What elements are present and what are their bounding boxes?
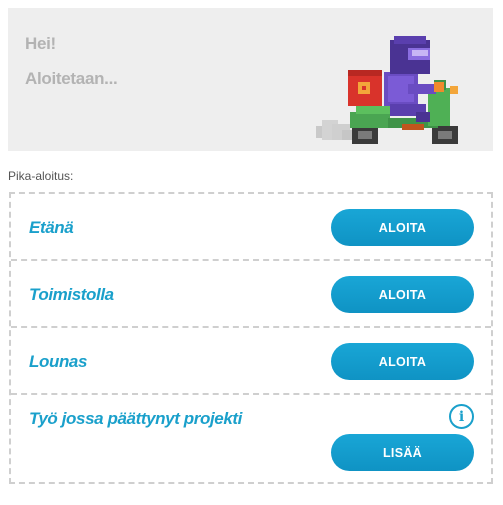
quickstart-item-lunch: Lounas ALOITA [11, 328, 491, 395]
quickstart-item-office: Toimistolla ALOITA [11, 261, 491, 328]
quickstart-item-title: Toimistolla [29, 285, 114, 304]
quickstart-item-ended-project: Työ jossa päättynyt projekti i LISÄÄ [11, 395, 491, 482]
delivery-scooter-illustration [316, 36, 458, 144]
greeting-text: Hei! [25, 34, 56, 53]
quickstart-list: Etänä ALOITA Toimistolla ALOITA Lounas A… [9, 192, 493, 484]
info-icon[interactable]: i [449, 404, 474, 429]
quickstart-item-title: Lounas [29, 352, 88, 371]
quickstart-item-title: Työ jossa päättynyt projekti [29, 409, 243, 428]
quickstart-item-remote: Etänä ALOITA [11, 194, 491, 261]
add-ended-project-button[interactable]: LISÄÄ [331, 434, 474, 471]
start-lunch-button[interactable]: ALOITA [331, 343, 474, 380]
greeting-subtitle: Aloitetaan... [25, 69, 118, 88]
quickstart-item-title: Etänä [29, 218, 74, 237]
welcome-banner: Hei! Aloitetaan... [8, 8, 493, 151]
start-remote-button[interactable]: ALOITA [331, 209, 474, 246]
start-office-button[interactable]: ALOITA [331, 276, 474, 313]
quickstart-label: Pika-aloitus: [8, 169, 74, 183]
